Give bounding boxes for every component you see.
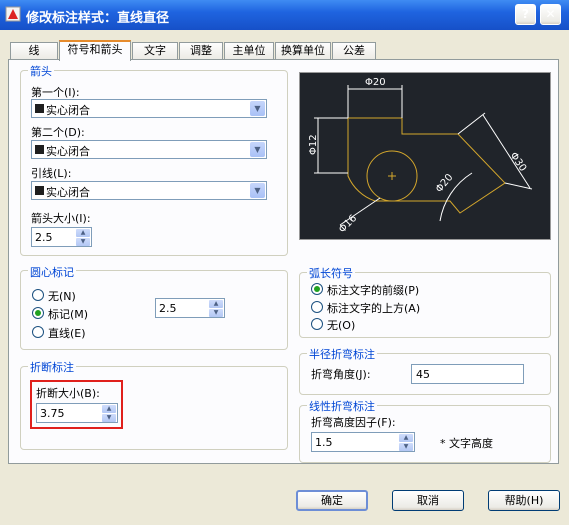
center-mark-size-spinner[interactable]: 2.5 ▲ ▼ bbox=[155, 298, 225, 318]
arc-above-radio[interactable] bbox=[311, 301, 323, 313]
radius-jog-title: 半径折弯标注 bbox=[307, 346, 377, 362]
text-height-label: * 文字高度 bbox=[440, 437, 493, 450]
second-arrow-label: 第二个(D): bbox=[31, 126, 85, 139]
app-icon bbox=[5, 6, 21, 22]
ok-button[interactable]: 确定 bbox=[296, 490, 368, 511]
arrow-size-label: 箭头大小(I): bbox=[31, 212, 91, 225]
tab-alternate-units[interactable]: 换算单位 bbox=[275, 42, 331, 59]
arrow-swatch-icon bbox=[35, 186, 44, 195]
tab-lines[interactable]: 线 bbox=[10, 42, 58, 59]
center-marks-title: 圆心标记 bbox=[28, 264, 76, 280]
preview-part-outline bbox=[347, 117, 506, 214]
tab-text[interactable]: 文字 bbox=[132, 42, 178, 59]
spin-down-icon[interactable]: ▼ bbox=[76, 238, 90, 246]
second-arrow-select[interactable]: 实心闭合 ▼ bbox=[31, 140, 267, 159]
preview-dim-left-text: Φ12 bbox=[308, 134, 319, 155]
first-arrow-select[interactable]: 实心闭合 ▼ bbox=[31, 99, 267, 118]
arc-prefix-radio[interactable] bbox=[311, 283, 323, 295]
preview-pane: Φ20 Φ12 Φ30 Φ20 Φ16 bbox=[299, 72, 551, 240]
tab-primary-units[interactable]: 主单位 bbox=[224, 42, 274, 59]
preview-dim-top-text: Φ20 bbox=[365, 77, 386, 88]
first-arrow-label: 第一个(I): bbox=[31, 86, 80, 99]
arrowheads-title: 箭头 bbox=[28, 63, 54, 79]
arc-none-label[interactable]: 无(O) bbox=[327, 317, 355, 333]
center-mark-radio[interactable] bbox=[32, 307, 44, 319]
arc-none-radio[interactable] bbox=[311, 318, 323, 330]
center-none-label[interactable]: 无(N) bbox=[48, 288, 76, 304]
jog-angle-input[interactable]: 45 bbox=[411, 364, 524, 384]
title-bar: 修改标注样式：直线直径 ? ✕ bbox=[0, 0, 569, 30]
preview-dim-diag-text: Φ30 bbox=[508, 151, 529, 174]
linear-jog-title: 线性折弯标注 bbox=[307, 398, 377, 414]
spin-down-icon[interactable]: ▼ bbox=[399, 443, 413, 451]
tab-symbols-arrows[interactable]: 符号和箭头 bbox=[59, 40, 131, 61]
spin-up-icon[interactable]: ▲ bbox=[399, 434, 413, 442]
jog-height-spinner[interactable]: 1.5 ▲ ▼ bbox=[311, 432, 415, 452]
help-button[interactable]: 帮助(H) bbox=[488, 490, 560, 511]
spin-up-icon[interactable]: ▲ bbox=[76, 229, 90, 237]
center-mark-label[interactable]: 标记(M) bbox=[48, 306, 88, 322]
jog-angle-label: 折弯角度(J): bbox=[311, 368, 371, 381]
arc-length-title: 弧长符号 bbox=[307, 265, 355, 281]
preview-dim-diag-line bbox=[482, 114, 531, 189]
close-button[interactable]: ✕ bbox=[540, 4, 561, 25]
preview-dim-diag-ext-top bbox=[457, 112, 486, 135]
chevron-down-icon[interactable]: ▼ bbox=[250, 101, 265, 116]
break-title: 折断标注 bbox=[28, 359, 76, 375]
tab-tolerances[interactable]: 公差 bbox=[332, 42, 376, 59]
arc-above-label[interactable]: 标注文字的上方(A) bbox=[327, 300, 420, 316]
arrow-swatch-icon bbox=[35, 145, 44, 154]
preview-dim-small-text: Φ16 bbox=[337, 213, 359, 235]
center-none-radio[interactable] bbox=[32, 289, 44, 301]
arc-prefix-label[interactable]: 标注文字的前缀(P) bbox=[327, 282, 419, 298]
leader-arrow-label: 引线(L): bbox=[31, 167, 72, 180]
window-title: 修改标注样式：直线直径 bbox=[26, 11, 170, 26]
jog-height-label: 折弯高度因子(F): bbox=[311, 416, 396, 429]
leader-arrow-select[interactable]: 实心闭合 ▼ bbox=[31, 181, 267, 200]
preview-drawing: Φ20 Φ12 Φ30 Φ20 Φ16 bbox=[308, 77, 533, 235]
center-line-label[interactable]: 直线(E) bbox=[48, 325, 86, 341]
tab-fit[interactable]: 调整 bbox=[179, 42, 223, 59]
red-highlight-box bbox=[30, 380, 123, 429]
arrow-size-spinner[interactable]: 2.5 ▲ ▼ bbox=[31, 227, 92, 247]
help-title-button[interactable]: ? bbox=[515, 4, 536, 25]
spin-down-icon[interactable]: ▼ bbox=[209, 309, 223, 317]
center-line-radio[interactable] bbox=[32, 326, 44, 338]
cancel-button[interactable]: 取消 bbox=[392, 490, 464, 511]
chevron-down-icon[interactable]: ▼ bbox=[250, 183, 265, 198]
chevron-down-icon[interactable]: ▼ bbox=[250, 142, 265, 157]
arrow-swatch-icon bbox=[35, 104, 44, 113]
spin-up-icon[interactable]: ▲ bbox=[209, 300, 223, 308]
